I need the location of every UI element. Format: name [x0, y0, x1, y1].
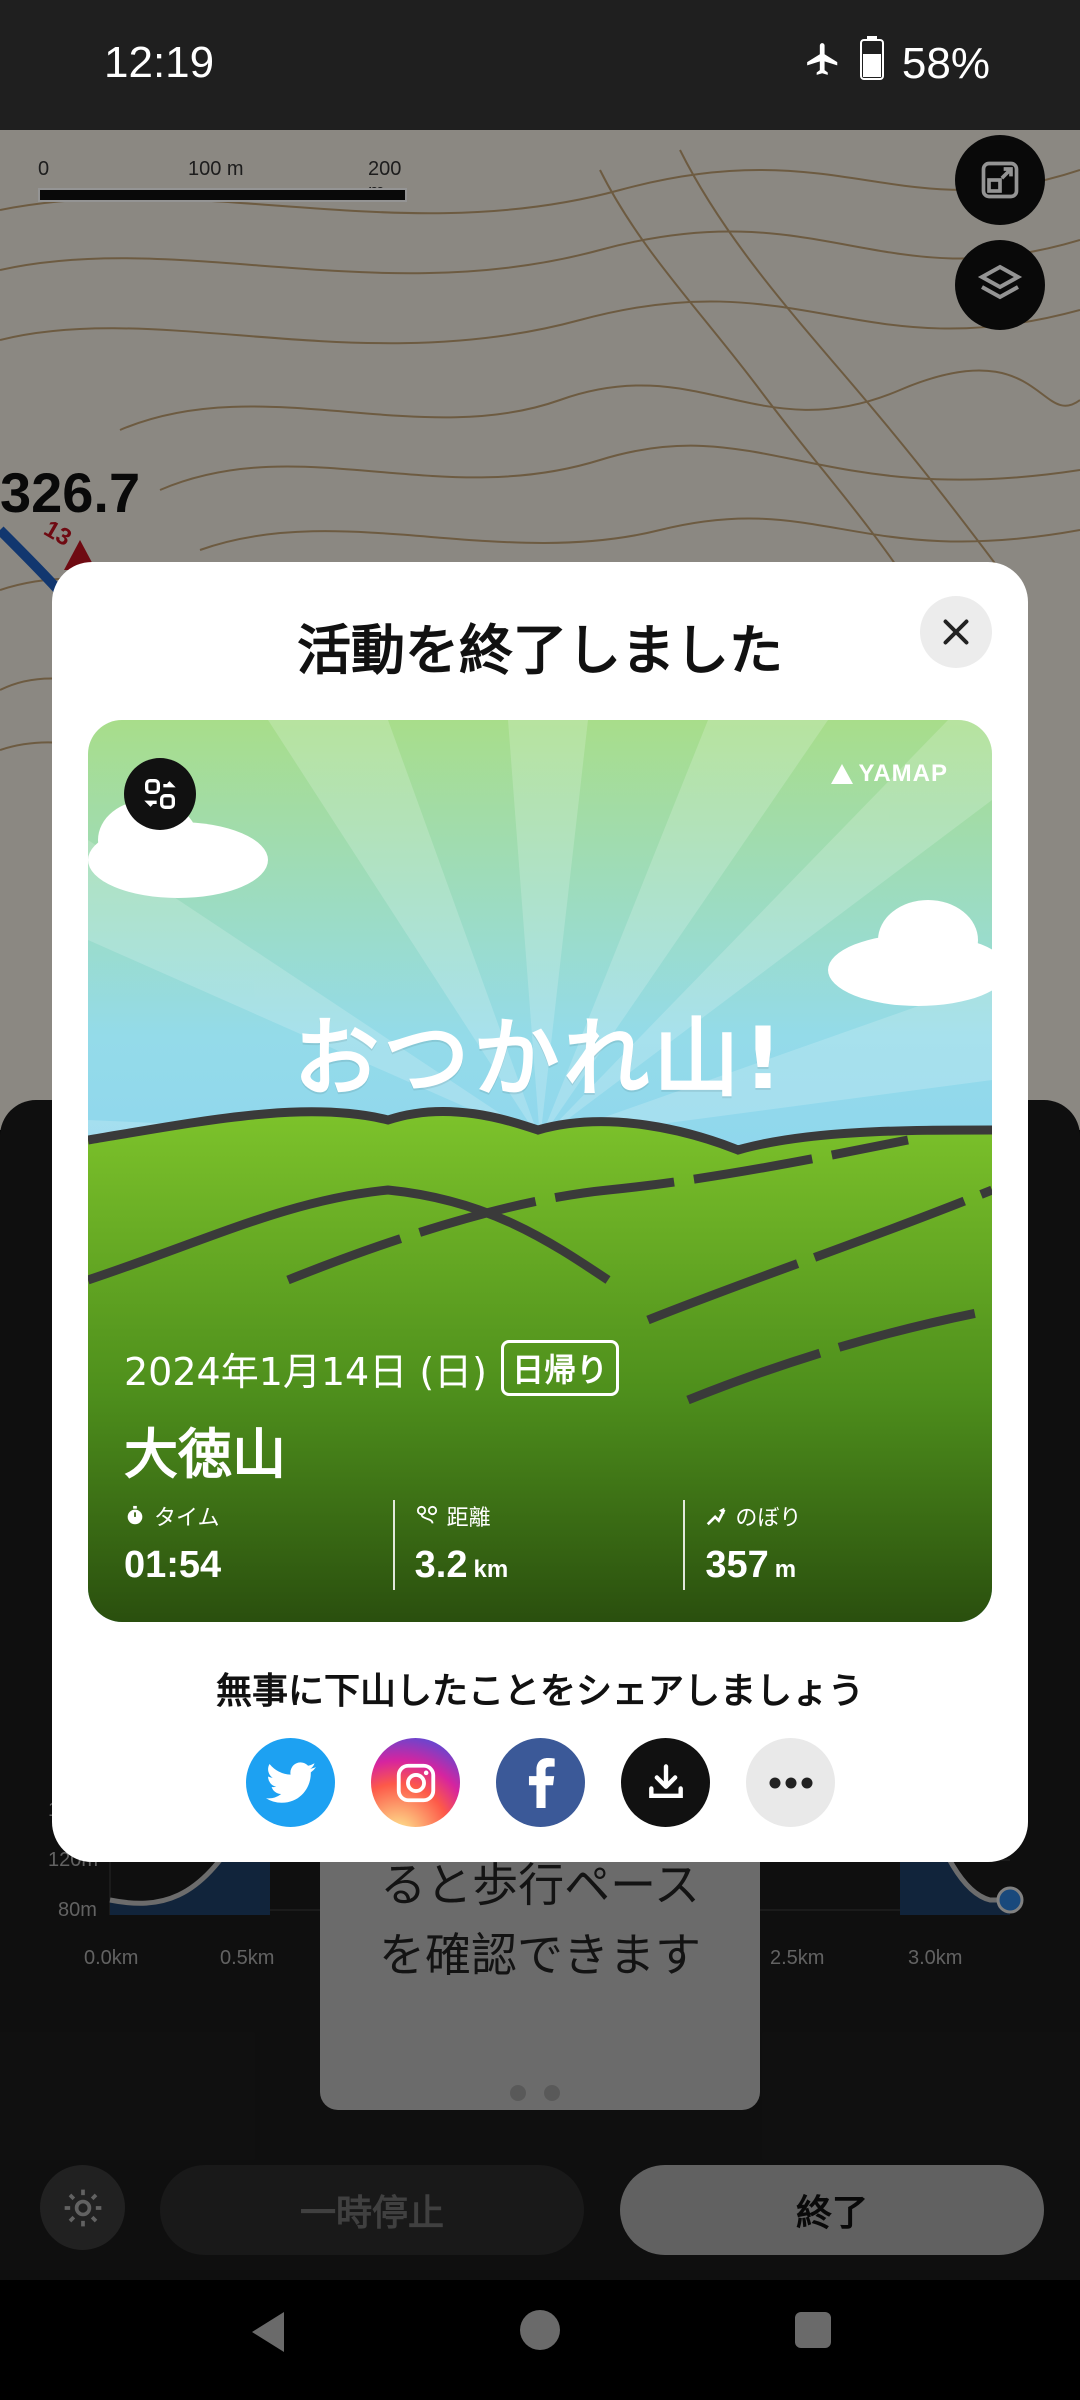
close-button[interactable]: [920, 596, 992, 668]
stat-distance-label: 距離: [446, 1506, 491, 1531]
stat-ascent: のぼり 357 m: [683, 1500, 974, 1590]
battery-percent: 58%: [901, 38, 990, 88]
recents-icon[interactable]: [795, 2312, 831, 2348]
stat-time-label: タイム: [154, 1506, 220, 1531]
swap-card-button[interactable]: [124, 758, 196, 830]
route-icon: [416, 1505, 437, 1524]
more-share-button[interactable]: [746, 1738, 835, 1827]
trip-type-badge: 日帰り: [500, 1340, 619, 1396]
share-facebook-button[interactable]: [496, 1738, 585, 1827]
download-icon: [648, 1763, 683, 1798]
status-time: 12:19: [104, 38, 215, 87]
ascent-icon: [707, 1507, 726, 1526]
share-instagram-button[interactable]: [371, 1738, 460, 1827]
stopwatch-icon: [127, 1505, 143, 1525]
download-button[interactable]: [621, 1738, 710, 1827]
dialog-title: 活動を終了しました: [297, 619, 783, 682]
activity-date: 2024年1月14日 (日): [124, 1349, 487, 1394]
system-nav-bar: [0, 2280, 1080, 2400]
share-buttons: [246, 1738, 835, 1827]
activity-date-row: 2024年1月14日 (日) 日帰り: [124, 1340, 619, 1396]
mountain-logo-icon: [830, 764, 853, 784]
instagram-icon: [396, 1763, 435, 1802]
home-icon[interactable]: [520, 2310, 560, 2350]
stat-ascent-value: 357: [705, 1544, 769, 1586]
battery-icon: [859, 36, 884, 91]
stat-time: タイム 01:54: [124, 1500, 393, 1590]
brand-logo: YAMAP: [830, 760, 948, 788]
stat-distance-value: 3.2: [414, 1544, 468, 1586]
share-prompt: 無事に下山したことをシェアしましょう: [215, 1671, 864, 1712]
brand-name: YAMAP: [858, 760, 948, 787]
stat-time-value: 01:54: [124, 1544, 222, 1586]
mountain-name: 大徳山: [124, 1423, 286, 1486]
activity-stats: タイム 01:54 距離 3.2 km のぼり 357 m: [124, 1500, 974, 1590]
stat-distance-unit: km: [473, 1556, 509, 1583]
status-bar: 12:19 58%: [0, 0, 1080, 130]
close-icon: [943, 619, 969, 645]
stat-distance: 距離 3.2 km: [392, 1500, 684, 1590]
airplane-icon: [804, 39, 842, 89]
stat-ascent-label: のぼり: [735, 1506, 802, 1531]
swap-icon: [144, 779, 176, 809]
share-twitter-button[interactable]: [246, 1738, 335, 1827]
more-icon: [769, 1777, 812, 1788]
card-headline: おつかれ山!: [293, 1009, 787, 1109]
activity-finished-dialog: 活動を終了しました YAMAP おつかれ山! 2024年1月14日 (日) 日帰…: [52, 562, 1028, 1862]
summary-card: YAMAP おつかれ山! 2024年1月14日 (日) 日帰り 大徳山 タイム …: [88, 720, 992, 1622]
stat-ascent-unit: m: [774, 1556, 797, 1583]
status-icons: 58%: [804, 36, 990, 91]
facebook-icon: [528, 1757, 555, 1808]
twitter-icon: [265, 1761, 316, 1803]
back-icon[interactable]: [248, 2310, 288, 2354]
